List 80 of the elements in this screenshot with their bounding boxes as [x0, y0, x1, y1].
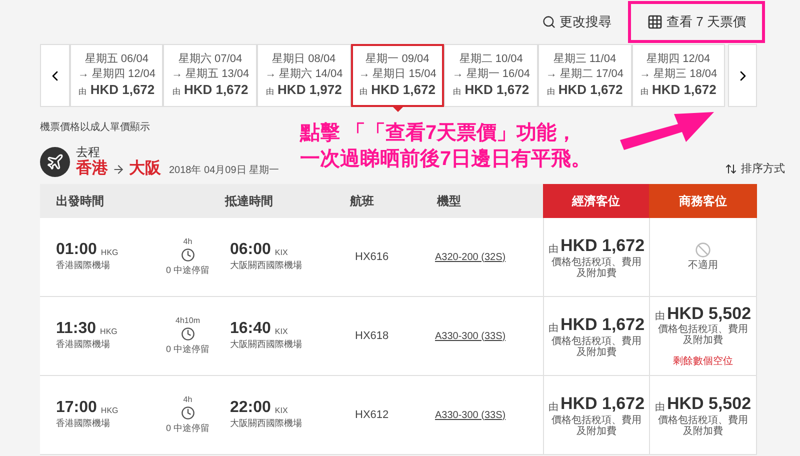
seats-left-text: 剩餘數個空位 [673, 354, 733, 370]
origin-city: 香港 [76, 159, 108, 179]
arrival-time: 06:00 [230, 241, 271, 260]
sort-icon [725, 162, 737, 175]
date-option[interactable]: 星期六 07/04 → 星期五 13/04 由 HKD 1,672 [163, 44, 258, 107]
aircraft-link[interactable]: A320-200 (32S) [435, 250, 506, 264]
fare-note: 價格包括稅項、費用及附加費 [657, 414, 749, 437]
airport-name: 香港國際機場 [56, 259, 110, 272]
aircraft-link[interactable]: A330-300 (33S) [435, 328, 506, 344]
airport-name: 大阪關西國際機場 [230, 417, 302, 430]
fare-note: 價格包括稅項、費用及附加費 [550, 256, 642, 279]
fare-price: HKD 5,502 [666, 393, 752, 414]
fare-price: HKD 1,672 [560, 235, 645, 256]
stops-text: 0 中途停留 [166, 264, 210, 278]
destination-city: 大阪 [129, 159, 161, 179]
fare-note: 價格包括稅項、費用及附加費 [550, 336, 642, 358]
departure-time: 01:00 [56, 241, 97, 260]
price-prefix: 由 [548, 242, 558, 257]
modify-search-button[interactable]: 更改搜尋 [542, 12, 612, 32]
fare-price: HKD 1,672 [560, 314, 645, 336]
duration: 4h [183, 236, 192, 248]
leg-label: 去程 [76, 145, 100, 159]
clock-icon [180, 248, 195, 262]
date-option[interactable]: 星期三 11/04 → 星期二 17/04 由 HKD 1,672 [538, 44, 632, 107]
column-header: 經濟客位 [543, 184, 649, 218]
airport-code: KIX [274, 405, 288, 418]
column-header: 抵達時間 [225, 193, 274, 210]
date-option[interactable]: 星期二 10/04 → 星期一 16/04 由 HKD 1,672 [444, 44, 538, 107]
airport-code: KIX [274, 326, 288, 338]
price-prefix: 由 [654, 400, 665, 415]
date-option[interactable]: 星期四 12/04 → 星期三 18/04 由 HKD 1,672 [632, 44, 726, 107]
duration: 4h10m [176, 315, 200, 328]
column-header: 出發時間 [55, 193, 105, 210]
search-icon [542, 15, 556, 29]
column-header: 航班 [350, 193, 375, 210]
column-header: 機型 [436, 193, 462, 210]
date-option[interactable]: 星期日 08/04 → 星期六 14/04 由 HKD 1,972 [257, 44, 351, 107]
price-prefix: 由 [548, 400, 558, 415]
fare-price: HKD 1,672 [560, 393, 645, 414]
sort-button[interactable]: 排序方式 [725, 160, 785, 177]
seven-day-fares-button[interactable]: 查看 7 天票價 [628, 1, 765, 43]
arrival-time: 22:00 [230, 399, 271, 418]
unavailable-text: 不適用 [688, 258, 718, 272]
price-prefix: 由 [548, 322, 558, 336]
date-option[interactable]: 星期五 06/04 → 星期四 12/04 由 HKD 1,672 [70, 44, 164, 107]
airport-name: 香港國際機場 [56, 338, 110, 352]
previous-dates-button[interactable] [40, 44, 70, 107]
clock-icon [180, 406, 195, 420]
price-note: 機票價格以成人單價顯示 [40, 120, 150, 135]
airport-name: 大阪關西國際機場 [230, 338, 302, 352]
fare-note: 價格包括稅項、費用及附加費 [550, 414, 642, 437]
airport-code: KIX [274, 247, 288, 260]
price-prefix: 由 [654, 310, 665, 324]
annotation-text: 點擊 「「查看7天票價」功能， 一次過睇晒前後7日邊日有平飛。 [300, 121, 592, 172]
grid-icon [646, 14, 663, 30]
plane-icon [40, 147, 70, 177]
airport-code: HKG [100, 247, 118, 260]
travel-date: 2018年 04月09日 星期一 [169, 164, 280, 178]
stops-text: 0 中途停留 [166, 422, 210, 436]
arrival-time: 16:40 [230, 320, 271, 338]
airport-code: HKG [100, 326, 118, 338]
clock-icon [180, 327, 195, 342]
route-arrow-icon [112, 163, 125, 176]
flight-number: HX612 [355, 408, 389, 423]
airport-code: HKG [100, 405, 118, 418]
airport-name: 大阪關西國際機場 [230, 259, 302, 272]
fare-price: HKD 5,502 [666, 302, 752, 324]
unavailable-icon [695, 242, 711, 258]
stops-text: 0 中途停留 [166, 343, 210, 356]
flight-number: HX616 [355, 250, 389, 265]
departure-time: 11:30 [56, 320, 96, 338]
flight-number: HX618 [355, 328, 389, 344]
aircraft-link[interactable]: A330-300 (33S) [435, 408, 506, 422]
selected-pointer [392, 106, 404, 112]
duration: 4h [183, 394, 192, 406]
departure-time: 17:00 [56, 399, 97, 418]
airport-name: 香港國際機場 [56, 417, 110, 430]
column-header: 商務客位 [649, 184, 757, 218]
fare-note: 價格包括稅項、費用及附加費 [657, 324, 749, 346]
next-dates-button[interactable] [728, 44, 758, 107]
